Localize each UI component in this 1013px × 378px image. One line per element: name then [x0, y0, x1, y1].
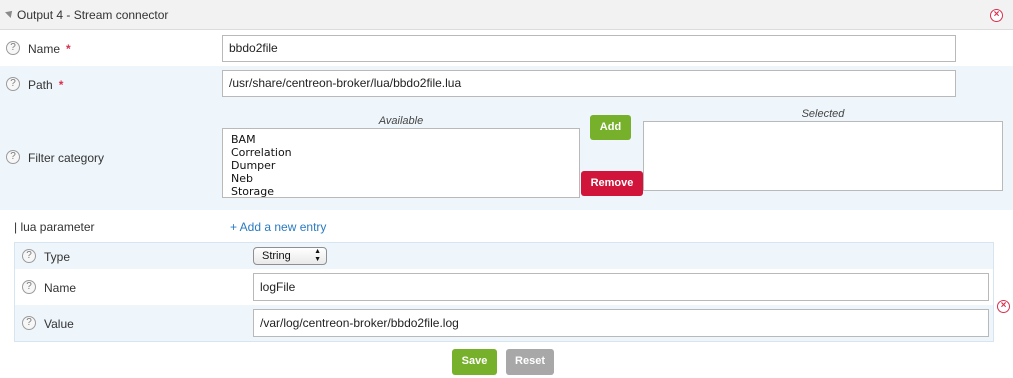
help-icon[interactable]: ? [22, 280, 36, 294]
lua-parameter-entry: ? Type String ▲ ▼ ? Name logFile ? Value … [14, 242, 994, 342]
section-header[interactable]: Output 4 - Stream connector × [0, 0, 1013, 30]
name-label: Name * [28, 42, 71, 56]
available-list[interactable]: BAM Correlation Dumper Neb Storage [222, 128, 580, 198]
list-item[interactable]: BAM [231, 133, 579, 146]
path-label: Path * [28, 78, 64, 92]
help-icon[interactable]: ? [6, 77, 20, 91]
close-icon[interactable]: × [990, 9, 1003, 22]
param-value-input[interactable]: /var/log/centreon-broker/bbdo2file.log [253, 309, 989, 337]
section-title: Output 4 - Stream connector [17, 8, 169, 22]
remove-entry-close-icon[interactable]: × [997, 300, 1010, 313]
type-label: Type [44, 250, 71, 264]
type-select-value: String [262, 250, 291, 262]
add-button[interactable]: Add [590, 115, 631, 140]
lua-parameter-label: | lua parameter [14, 220, 95, 234]
filter-category-row: ? Filter category Available BAM Correlat… [0, 102, 1013, 210]
param-name-input[interactable]: logFile [253, 273, 989, 301]
path-row: ? Path * /usr/share/centreon-broker/lua/b… [0, 66, 1013, 102]
selected-caption: Selected [801, 108, 845, 120]
list-item[interactable]: Neb [231, 172, 579, 185]
save-button[interactable]: Save [452, 349, 497, 375]
help-icon[interactable]: ? [6, 41, 20, 55]
list-item[interactable]: Storage [231, 185, 579, 197]
remove-button[interactable]: Remove [581, 171, 643, 196]
param-name-label: Name [44, 281, 77, 295]
add-entry-link[interactable]: + Add a new entry [230, 220, 326, 234]
param-value-label: Value [44, 317, 74, 331]
reset-button[interactable]: Reset [506, 349, 554, 375]
name-input[interactable]: bbdo2file [222, 35, 956, 62]
selected-list[interactable] [643, 121, 1003, 191]
list-item[interactable]: Dumper [231, 159, 579, 172]
filter-category-label: Filter category [28, 151, 105, 165]
list-item[interactable]: Correlation [231, 146, 579, 159]
help-icon[interactable]: ? [22, 316, 36, 330]
name-row: ? Name * bbdo2file [0, 31, 1013, 66]
lua-parameter-row: | lua parameter + Add a new entry [0, 210, 1013, 242]
select-arrows-icon: ▲ ▼ [314, 248, 321, 263]
type-select[interactable]: String ▲ ▼ [253, 247, 327, 265]
available-caption: Available [378, 115, 424, 127]
help-icon[interactable]: ? [22, 249, 36, 263]
path-input[interactable]: /usr/share/centreon-broker/lua/bbdo2file… [222, 70, 956, 97]
value-param-row: ? Value /var/log/centreon-broker/bbdo2fi… [15, 305, 993, 341]
help-icon[interactable]: ? [6, 150, 20, 164]
name-param-row: ? Name logFile [15, 269, 993, 305]
collapse-caret-icon[interactable] [5, 8, 15, 18]
